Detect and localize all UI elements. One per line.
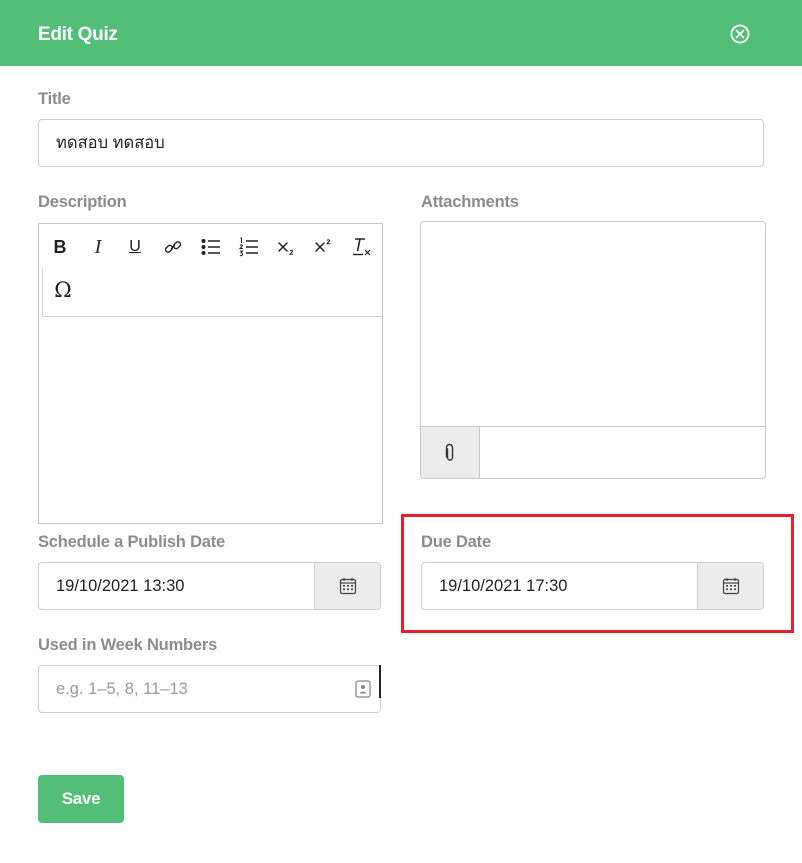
editor-toolbar: B I U (39, 224, 382, 268)
attachments-list (420, 221, 766, 479)
special-character-icon[interactable]: Ω (51, 278, 75, 302)
link-icon[interactable] (161, 235, 185, 259)
superscript-icon[interactable] (312, 235, 336, 259)
numbered-list-icon[interactable] (237, 235, 261, 259)
publish-date-calendar-button[interactable] (314, 563, 380, 609)
modal-title: Edit Quiz (38, 24, 118, 45)
title-input[interactable]: ทดสอบ ทดสอบ (38, 119, 764, 167)
description-label: Description (38, 193, 127, 211)
week-numbers-input[interactable]: e.g. 1–5, 8, 11–13 (38, 665, 381, 713)
close-icon[interactable] (729, 23, 751, 45)
publish-date-label: Schedule a Publish Date (38, 533, 226, 551)
contact-card-icon (355, 680, 371, 698)
editor-toolbar-row-2: Ω (42, 268, 382, 317)
attach-file-button[interactable] (421, 427, 480, 478)
clear-formatting-icon[interactable] (350, 235, 374, 259)
save-button[interactable]: Save (38, 775, 124, 823)
text-cursor (379, 665, 381, 698)
publish-date-input[interactable]: 19/10/2021 13:30 (56, 563, 184, 609)
paperclip-icon (445, 443, 454, 461)
calendar-icon (339, 578, 356, 595)
title-label: Title (38, 90, 71, 108)
subscript-icon[interactable] (275, 235, 299, 259)
due-date-highlight (401, 514, 794, 633)
attachments-label: Attachments (421, 193, 519, 211)
modal-header: Edit Quiz (0, 0, 802, 66)
underline-icon[interactable]: U (123, 235, 147, 259)
week-numbers-label: Used in Week Numbers (38, 636, 218, 654)
italic-icon[interactable]: I (86, 235, 110, 259)
bulleted-list-icon[interactable] (199, 235, 223, 259)
bold-icon[interactable]: B (48, 235, 72, 259)
description-editor: B I U Ω (38, 223, 383, 524)
publish-date-input-group: 19/10/2021 13:30 (38, 562, 381, 610)
description-text-area[interactable] (39, 318, 382, 523)
